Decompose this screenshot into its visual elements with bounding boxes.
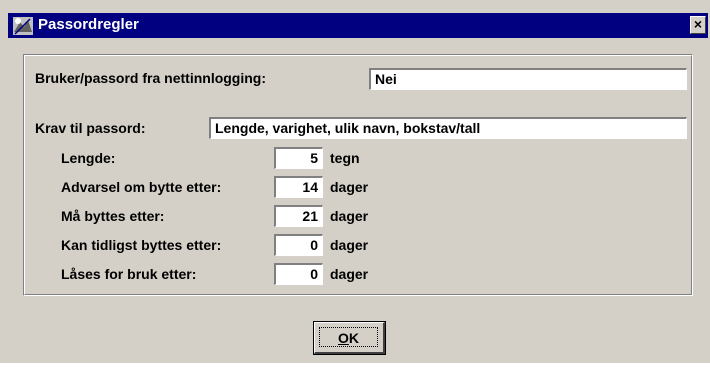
min-age-unit: dager [330,237,369,253]
ok-button[interactable]: OK [313,321,386,355]
length-field[interactable]: 5 [274,147,323,169]
dialog-body: Bruker/passord fra nettinnlogging: Nei K… [8,38,708,363]
requirements-field[interactable]: Lengde, varighet, ulik navn, bokstav/tal… [209,117,687,139]
sso-label: Bruker/passord fra nettinnlogging: [35,70,267,86]
title-bar[interactable]: Passordregler × [8,13,708,38]
warning-unit: dager [330,179,369,195]
app-icon [12,16,34,36]
lockout-label: Låses for bruk etter: [61,266,197,282]
ok-button-label: OK [319,327,378,347]
rules-groupbox: Bruker/passord fra nettinnlogging: Nei K… [23,54,693,296]
close-icon: × [693,16,703,32]
lockout-unit: dager [330,266,369,282]
close-button[interactable]: × [690,16,706,34]
window-title: Passordregler [38,16,139,33]
min-age-field[interactable]: 0 [274,234,323,256]
max-age-unit: dager [330,208,369,224]
length-unit: tegn [330,150,360,166]
max-age-label: Må byttes etter: [61,208,165,224]
max-age-field[interactable]: 21 [274,205,323,227]
min-age-label: Kan tidligst byttes etter: [61,237,222,253]
ok-mnemonic: O [337,330,349,346]
password-rules-dialog: Passordregler × Bruker/passord fra netti… [0,0,710,363]
sso-field[interactable]: Nei [369,68,687,90]
lockout-field[interactable]: 0 [274,263,323,285]
ok-label-rest: K [348,330,359,346]
length-label: Lengde: [61,150,116,166]
requirements-label: Krav til passord: [35,120,146,136]
warning-field[interactable]: 14 [274,176,323,198]
warning-label: Advarsel om bytte etter: [61,179,222,195]
